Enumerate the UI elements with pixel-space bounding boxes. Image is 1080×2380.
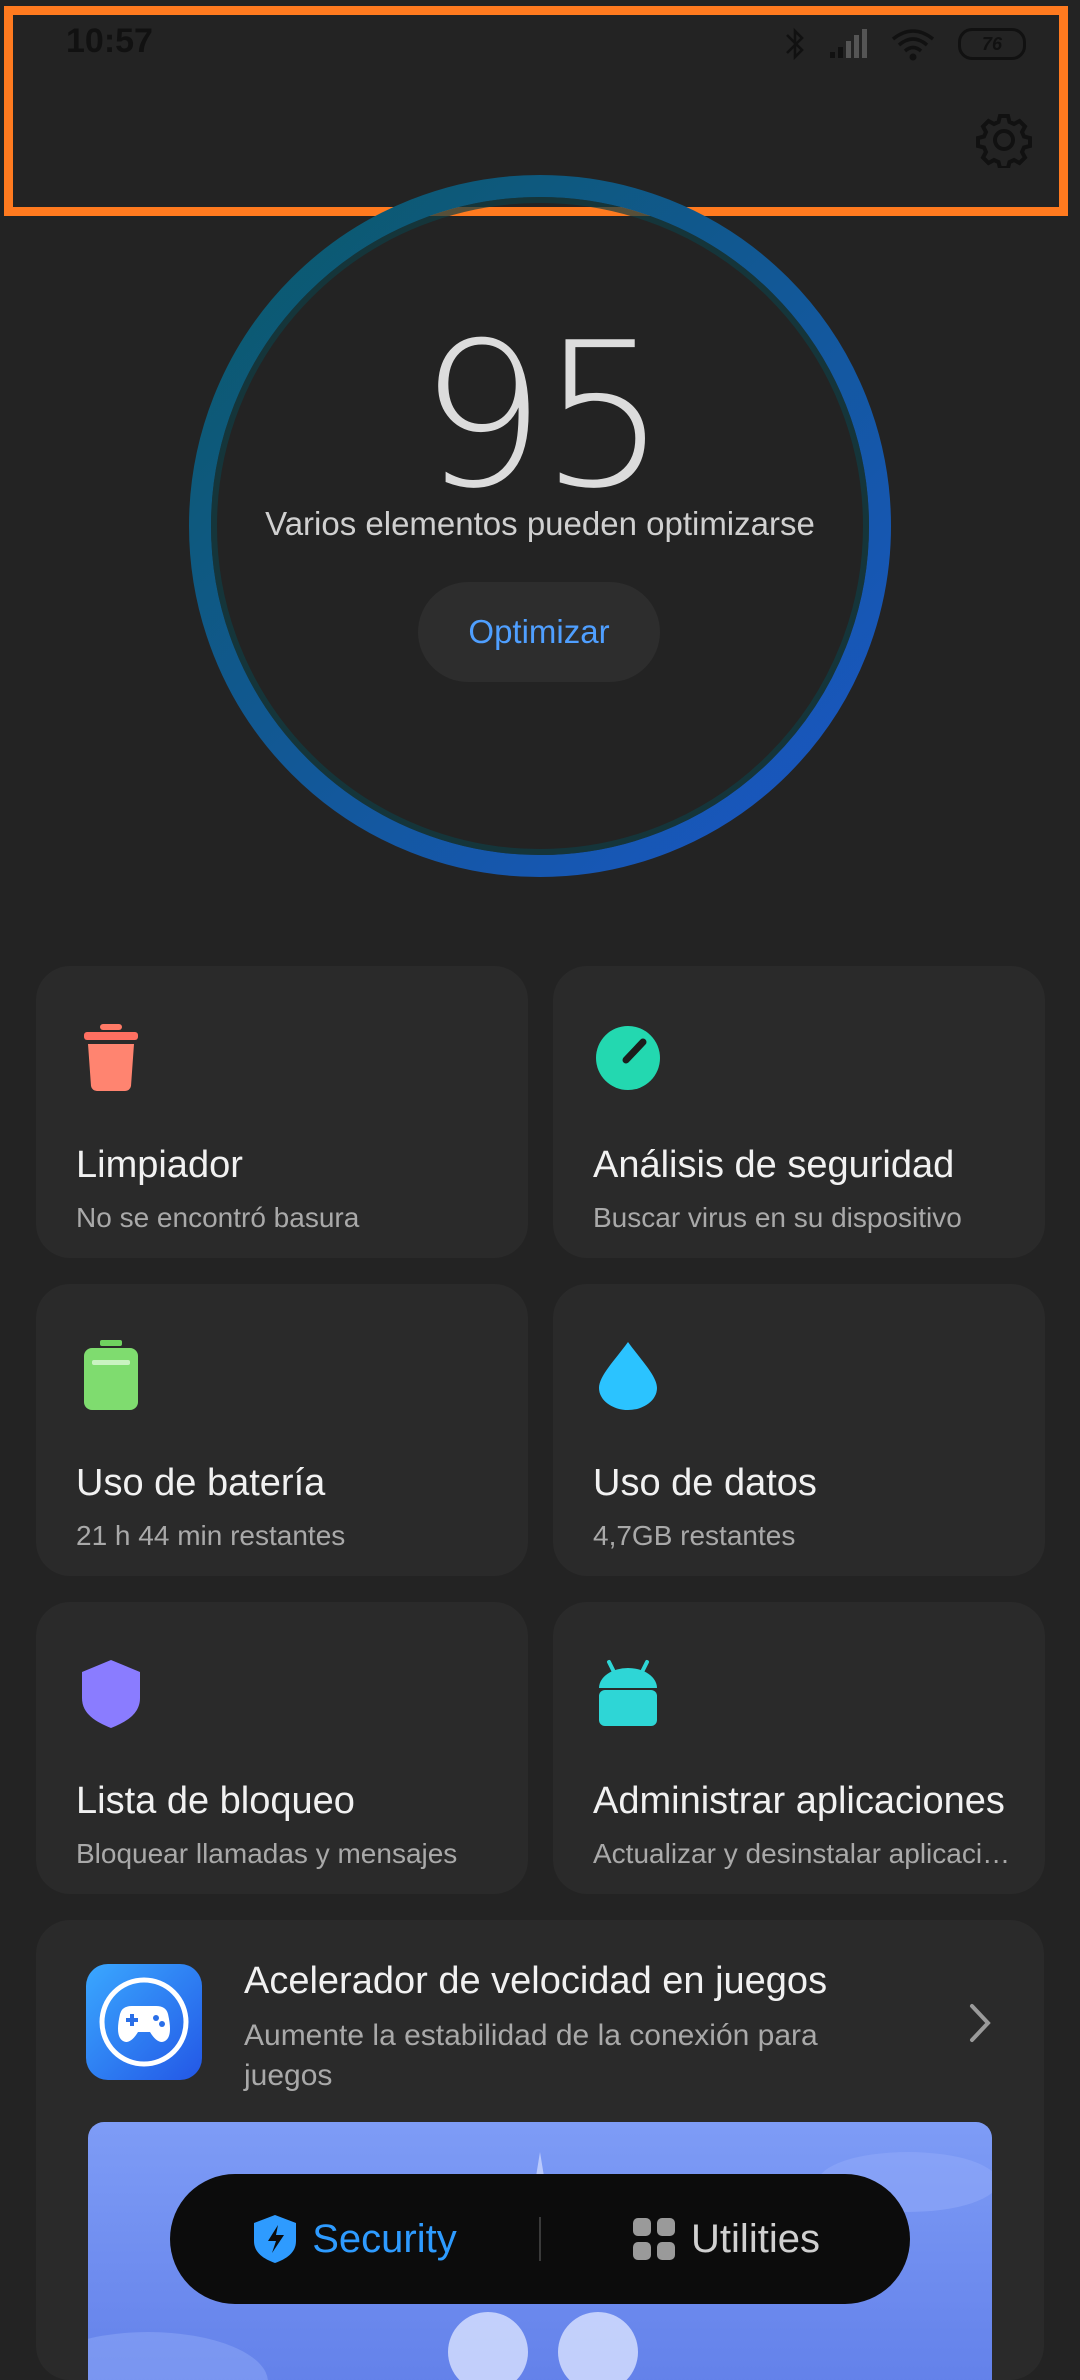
android-icon <box>599 1660 657 1726</box>
game-booster-card[interactable]: Acelerador de velocidad en juegos Aument… <box>36 1920 1044 2380</box>
card-subtitle: 4,7GB restantes <box>593 1520 796 1551</box>
trash-icon <box>84 1024 138 1092</box>
bottom-nav: Security Utilities <box>170 2174 910 2304</box>
card-title: Administrar aplicaciones <box>593 1780 1005 1822</box>
card-security-scan[interactable]: Análisis de seguridad Buscar virus en su… <box>553 966 1045 1258</box>
card-data-usage[interactable]: Uso de datos 4,7GB restantes <box>553 1284 1045 1576</box>
card-blocklist[interactable]: Lista de bloqueo Bloquear llamadas y men… <box>36 1602 528 1894</box>
card-subtitle: No se encontró basura <box>76 1202 360 1233</box>
settings-gear-icon[interactable] <box>976 112 1032 168</box>
card-subtitle: Bloquear llamadas y mensajes <box>76 1838 458 1869</box>
tab-security-label: Security <box>312 2216 457 2261</box>
card-subtitle: 21 h 44 min restantes <box>76 1520 346 1551</box>
optimize-button[interactable]: Optimizar <box>418 582 660 682</box>
tab-utilities-label: Utilities <box>691 2216 820 2261</box>
card-subtitle: Buscar virus en su dispositivo <box>593 1202 962 1233</box>
card-title: Limpiador <box>76 1144 243 1186</box>
card-title: Análisis de seguridad <box>593 1144 955 1186</box>
tab-utilities[interactable]: Utilities <box>541 2216 910 2262</box>
speedometer-icon <box>596 1026 660 1090</box>
gamepad-icon <box>99 1977 189 2067</box>
grid-icon <box>633 2218 676 2260</box>
game-booster-title: Acelerador de velocidad en juegos <box>244 1960 828 2002</box>
gamepad-app-icon <box>86 1964 202 2080</box>
game-booster-subtitle: Aumente la estabilidad de la conexión pa… <box>244 2019 818 2092</box>
card-title: Lista de bloqueo <box>76 1780 355 1822</box>
tab-security[interactable]: Security <box>170 2213 539 2265</box>
card-subtitle: Actualizar y desinstalar aplicaciones <box>593 1838 1023 1869</box>
battery-icon <box>84 1340 138 1410</box>
card-battery[interactable]: Uso de batería 21 h 44 min restantes <box>36 1284 528 1576</box>
card-title: Uso de datos <box>593 1462 817 1504</box>
chevron-right-icon[interactable] <box>964 1998 996 2048</box>
shield-bolt-icon <box>254 2215 297 2263</box>
drop-icon <box>599 1342 657 1410</box>
card-title: Uso de batería <box>76 1462 326 1504</box>
shield-icon <box>82 1660 140 1728</box>
score-message: Varios elementos pueden optimizarse <box>265 505 815 542</box>
card-cleaner[interactable]: Limpiador No se encontró basura <box>36 966 528 1258</box>
card-manage-apps[interactable]: Administrar aplicaciones Actualizar y de… <box>553 1602 1045 1894</box>
score-value: 95 <box>418 300 668 533</box>
